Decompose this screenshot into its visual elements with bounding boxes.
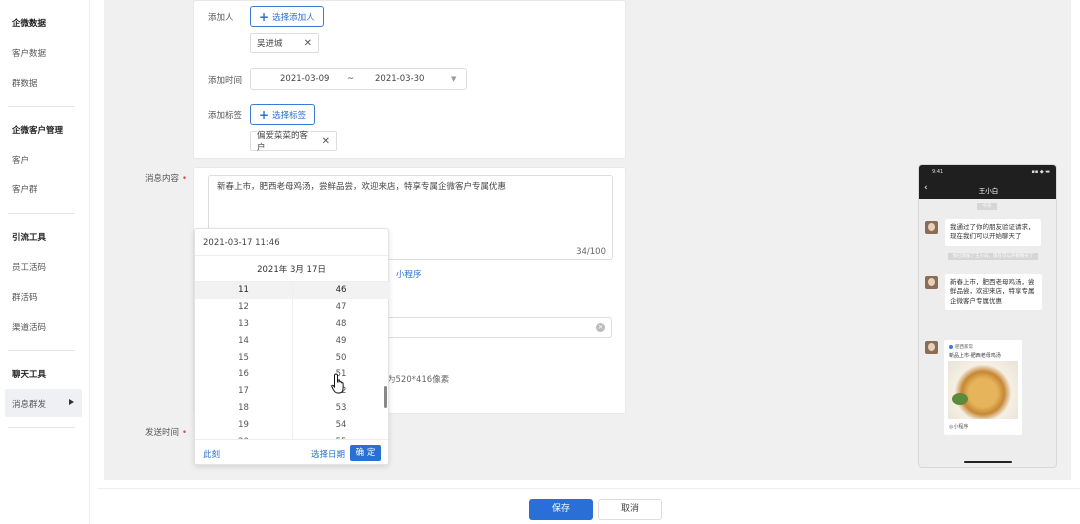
send-time-label: 发送时间 • xyxy=(145,428,188,438)
sidebar-divider xyxy=(8,106,75,107)
minute-option[interactable]: 54 xyxy=(293,417,389,434)
date-start: 2021-03-09 xyxy=(280,74,330,84)
message-label: 消息内容 • xyxy=(145,174,188,184)
phone-time: 9:41 xyxy=(932,169,944,175)
signal-icon: ▪▪ ◆ ▬ xyxy=(1031,169,1050,175)
add-time-label: 添加时间 xyxy=(208,76,243,86)
minute-option[interactable]: 46 xyxy=(293,282,389,299)
char-count: 34/100 xyxy=(576,247,606,257)
minute-option[interactable]: 53 xyxy=(293,400,389,417)
chevron-right-icon xyxy=(69,399,74,405)
hour-column[interactable]: 11 12 13 14 15 16 17 18 19 20 xyxy=(195,282,292,439)
hour-option[interactable]: 14 xyxy=(195,333,292,350)
plus-icon: + xyxy=(259,107,270,122)
miniprogram-title: 新品上市-肥西老母鸡汤 xyxy=(949,353,1001,359)
picker-scrollbar[interactable] xyxy=(384,386,387,408)
caret-down-icon: ▼ xyxy=(451,75,457,83)
sidebar-item-traffic-tools[interactable]: 引流工具 xyxy=(12,231,46,243)
home-indicator xyxy=(964,461,1012,463)
minute-option[interactable]: 48 xyxy=(293,316,389,333)
sidebar-item-group-data[interactable]: 群数据 xyxy=(12,77,38,89)
avatar xyxy=(925,341,938,354)
hour-option[interactable]: 12 xyxy=(195,299,292,316)
sidebar-item-staff-qrcode[interactable]: 员工活码 xyxy=(12,261,46,273)
add-person-label: 添加人 xyxy=(208,13,234,23)
image-size-hint: 为520*416像素 xyxy=(387,375,450,385)
miniprogram-card: 肥西家常 新品上市-肥西老母鸡汤 ◎小程序 xyxy=(944,340,1022,435)
sidebar: 企微数据 客户数据 群数据 企微客户管理 客户 客户群 引流工具 员工活码 群活… xyxy=(0,0,90,524)
close-icon[interactable]: ✕ xyxy=(312,136,330,147)
minute-column[interactable]: 46 47 48 49 50 51 52 53 54 55 xyxy=(292,282,389,439)
datetime-picker-dropdown: 2021-03-17 11:46 2021年 3月 17日 11 12 13 1… xyxy=(194,228,389,465)
avatar xyxy=(925,221,938,234)
sidebar-item-customer-data[interactable]: 客户数据 xyxy=(12,47,46,59)
divider xyxy=(195,255,388,256)
minute-option[interactable]: 47 xyxy=(293,299,389,316)
minute-option[interactable]: 50 xyxy=(293,350,389,367)
date-end: 2021-03-30 xyxy=(375,74,425,84)
date-chip: 今天 xyxy=(977,203,997,210)
select-add-person-button[interactable]: + 选择添加人 xyxy=(250,6,324,27)
sidebar-item-group-qrcode[interactable]: 群活码 xyxy=(12,291,38,303)
chicken-soup-image xyxy=(948,361,1018,419)
chat-title: 王小白 xyxy=(978,187,999,195)
confirm-button[interactable]: 确 定 xyxy=(350,445,381,461)
date-range-picker[interactable]: 2021-03-09 ~ 2021-03-30 ▼ xyxy=(250,68,467,90)
miniprogram-link[interactable]: 小程序 xyxy=(396,268,422,280)
close-icon[interactable]: ✕ xyxy=(294,38,312,49)
hour-option[interactable]: 13 xyxy=(195,316,292,333)
chat-bubble: 我通过了你的朋友验证请求，现在我们可以开始聊天了 xyxy=(945,219,1041,246)
hour-option[interactable]: 18 xyxy=(195,400,292,417)
hand-cursor-icon xyxy=(331,373,344,394)
person-tag: 吴进城 ✕ xyxy=(250,33,319,53)
picker-day-header: 2021年 3月 17日 xyxy=(257,265,326,275)
selected-tag: 偏爱菜菜的客户 ✕ xyxy=(250,131,337,153)
sidebar-item-customer-management[interactable]: 企微客户管理 xyxy=(12,124,63,136)
message-text: 新春上市，肥西老母鸡汤，尝鲜品尝，欢迎来店，特享专属企微客户专属优惠 xyxy=(217,182,507,192)
minute-option[interactable]: 49 xyxy=(293,333,389,350)
miniprogram-label: ◎小程序 xyxy=(949,424,969,430)
sidebar-item-chat-tools[interactable]: 聊天工具 xyxy=(12,368,46,380)
plus-icon: + xyxy=(259,9,270,24)
picker-datetime-display: 2021-03-17 11:46 xyxy=(203,238,280,248)
chat-bubble: 新春上市，肥西老母鸡汤，尝鲜品尝，欢迎来店，特享专属企微客户专属优惠 xyxy=(945,274,1042,311)
add-tag-label: 添加标签 xyxy=(208,111,243,121)
sidebar-item-customer[interactable]: 客户 xyxy=(12,154,29,166)
avatar xyxy=(925,276,938,289)
miniprogram-input[interactable]: × xyxy=(378,317,612,338)
date-separator: ~ xyxy=(347,74,355,84)
system-chip: 你已添加了王小白，现在可以开始聊天了 xyxy=(948,253,1038,260)
footer-divider xyxy=(97,488,1080,489)
miniprogram-source: 肥西家常 xyxy=(949,344,973,350)
sidebar-divider xyxy=(8,213,75,214)
cancel-button[interactable]: 取消 xyxy=(598,499,662,520)
required-mark: • xyxy=(182,174,188,184)
now-link[interactable]: 此刻 xyxy=(203,448,220,460)
hour-option[interactable]: 17 xyxy=(195,383,292,400)
clear-icon[interactable]: × xyxy=(596,323,605,332)
sidebar-item-customer-group[interactable]: 客户群 xyxy=(12,183,38,195)
sidebar-divider xyxy=(8,350,75,351)
select-date-link[interactable]: 选择日期 xyxy=(311,448,345,460)
sidebar-item-channel-qrcode[interactable]: 渠道活码 xyxy=(12,321,46,333)
sidebar-divider xyxy=(8,427,75,428)
hour-option[interactable]: 15 xyxy=(195,350,292,367)
sidebar-item-mass-message[interactable]: 消息群发 xyxy=(12,398,46,410)
select-tag-button[interactable]: + 选择标签 xyxy=(250,104,316,125)
hour-option[interactable]: 11 xyxy=(195,282,292,299)
phone-header: 9:41 ▪▪ ◆ ▬ ‹ 王小白 xyxy=(919,165,1056,199)
save-button[interactable]: 保存 xyxy=(529,499,593,520)
hour-option[interactable]: 16 xyxy=(195,366,292,383)
hour-option[interactable]: 19 xyxy=(195,417,292,434)
required-mark: • xyxy=(182,428,188,438)
sidebar-item-enterprise-data[interactable]: 企微数据 xyxy=(12,17,46,29)
divider xyxy=(195,439,388,440)
